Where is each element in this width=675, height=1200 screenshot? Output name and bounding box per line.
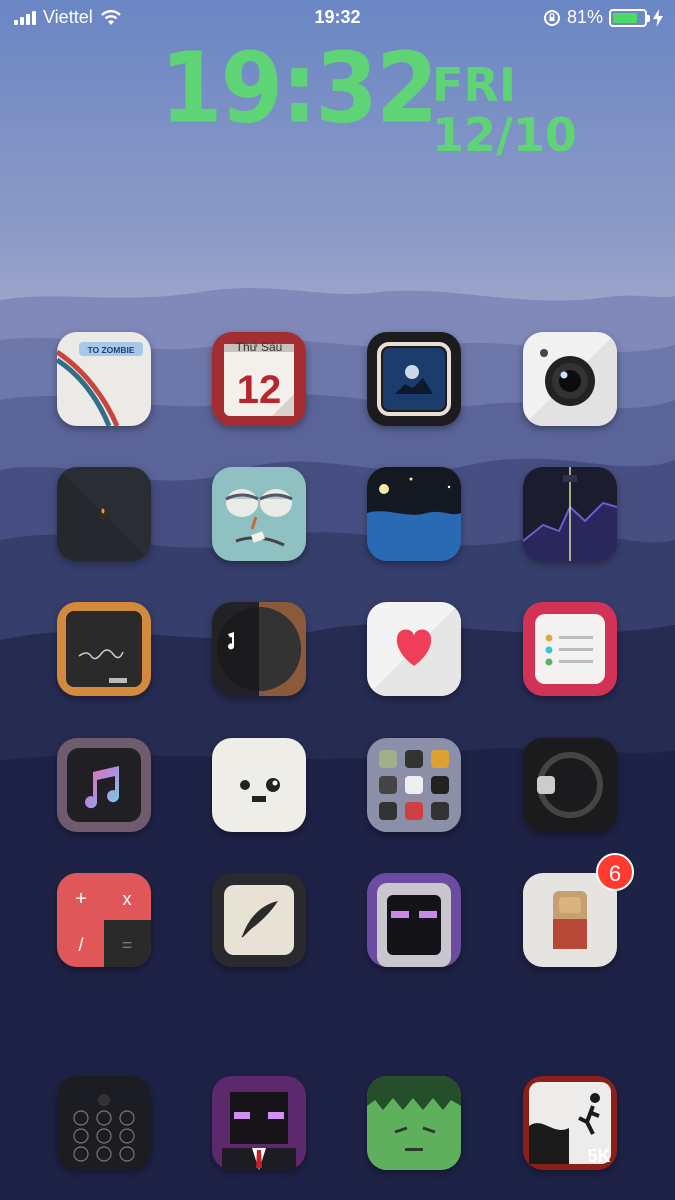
reminders-app-icon[interactable] xyxy=(523,602,617,696)
flashlight-app-icon[interactable] xyxy=(57,467,151,561)
charging-icon xyxy=(653,8,663,27)
calendar-weekday: Thứ Sáu xyxy=(236,340,283,354)
battery-percent: 81% xyxy=(566,7,603,27)
svg-text:/: / xyxy=(78,935,83,955)
notes-chalkboard-app-icon[interactable] xyxy=(57,602,151,696)
weather-night-app-icon[interactable] xyxy=(367,467,461,561)
clock-widget-time: 19:32 xyxy=(160,31,438,146)
watch-app-icon[interactable] xyxy=(523,738,617,832)
run-app-label: 5K xyxy=(587,1146,610,1166)
camera-app-icon[interactable] xyxy=(523,332,617,426)
vinyl-music-app-icon[interactable] xyxy=(212,602,306,696)
wallpaper xyxy=(0,0,675,1200)
battery-icon xyxy=(609,8,650,27)
lock-keypad-app-icon[interactable] xyxy=(57,1076,151,1170)
clock-widget-daymonth: 12/10 xyxy=(432,108,577,162)
photos-frame-app-icon[interactable] xyxy=(367,332,461,426)
svg-text:+: + xyxy=(75,888,87,910)
enderman-game-app-icon[interactable] xyxy=(367,873,461,967)
calendar-app-icon[interactable]: Thứ Sáu 12 xyxy=(212,332,306,426)
orientation-lock-icon xyxy=(543,9,560,26)
battery-level xyxy=(613,12,638,23)
skull-app-icon[interactable] xyxy=(212,738,306,832)
app-folder-icon[interactable] xyxy=(367,738,461,832)
writing-feather-app-icon[interactable] xyxy=(212,873,306,967)
frankenstein-app-icon[interactable] xyxy=(367,1076,461,1170)
svg-text:=: = xyxy=(122,935,133,955)
enderman-suit-app-icon[interactable] xyxy=(212,1076,306,1170)
health-app-icon[interactable] xyxy=(367,602,461,696)
clock-widget-date: FRI 12/10 xyxy=(432,60,577,160)
status-right: 81% xyxy=(543,7,663,28)
svg-text:x: x xyxy=(123,889,132,909)
calendar-day: 12 xyxy=(237,368,282,412)
running-5k-app-icon[interactable]: 5K xyxy=(523,1076,617,1170)
status-bar: Viettel 19:32 81% xyxy=(0,0,675,36)
notification-badge: 6 xyxy=(596,853,634,891)
stocks-app-icon[interactable] xyxy=(523,467,617,561)
calculator-app-icon[interactable]: + x / = xyxy=(57,873,151,967)
zombie-app-label: TO ZOMBIE xyxy=(87,345,134,355)
zombie-game-app-icon[interactable]: TO ZOMBIE xyxy=(57,332,151,426)
clock-widget-day: FRI xyxy=(432,58,516,112)
music-app-icon[interactable] xyxy=(57,738,151,832)
zombie-face-app-icon[interactable] xyxy=(212,467,306,561)
